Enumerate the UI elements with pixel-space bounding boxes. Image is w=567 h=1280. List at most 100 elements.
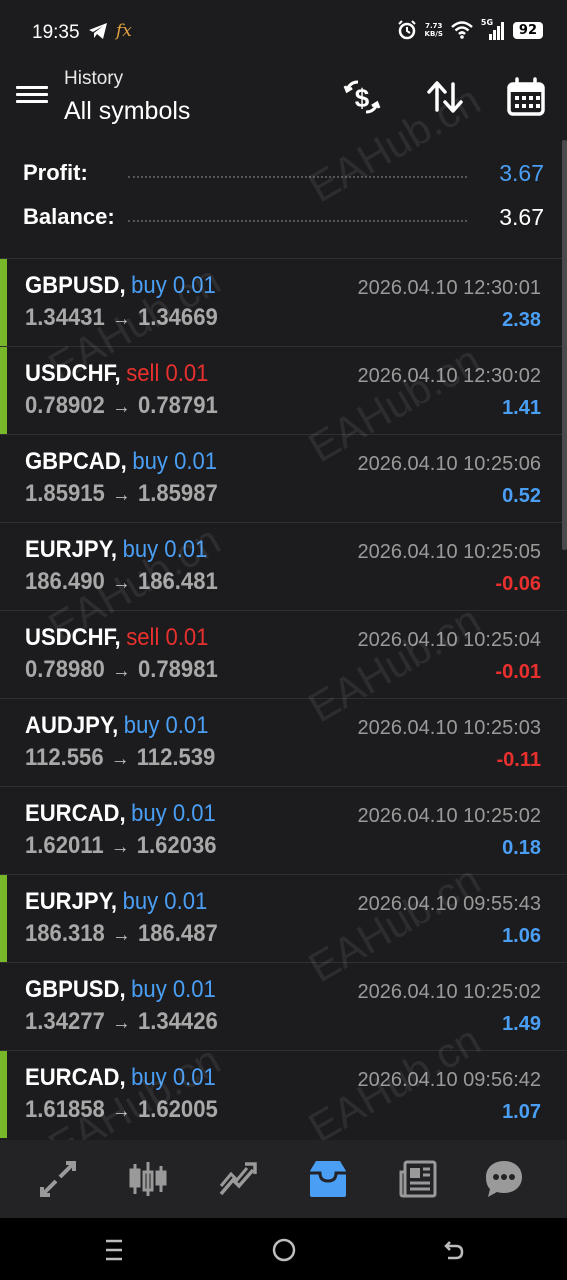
bottom-navigation <box>0 1140 567 1218</box>
fx-app-icon: fx <box>116 21 132 41</box>
deal-profit: 1.41 <box>502 397 541 419</box>
close-price: 112.539 <box>136 744 216 771</box>
nav-quotes[interactable] <box>33 1154 83 1204</box>
recents-button[interactable] <box>96 1232 132 1268</box>
deal-row[interactable]: EURJPY, buy 0.01 186.490 → 186.481 2026.04.10… <box>0 522 567 610</box>
close-price: 0.78791 <box>137 392 218 419</box>
arrow-icon: → <box>112 484 131 506</box>
deal-row[interactable]: USDCHF, sell 0.01 0.78902 → 0.78791 2026.04.1… <box>0 346 567 434</box>
deal-symbol: GBPUSD, <box>25 272 126 299</box>
sort-icon[interactable] <box>424 76 466 118</box>
symbol-filter-title[interactable]: All symbols <box>64 97 190 126</box>
deal-datetime: 2026.04.10 10:25:06 <box>357 453 541 475</box>
deal-datetime: 2026.04.10 10:25:02 <box>357 981 541 1003</box>
arrow-icon: → <box>112 308 131 330</box>
deal-row[interactable]: USDCHF, sell 0.01 0.78980 → 0.78981 2026.04.1… <box>0 610 567 698</box>
close-price: 1.34426 <box>137 1008 218 1035</box>
open-price: 0.78902 <box>25 392 105 419</box>
deal-side: buy 0.01 <box>131 272 216 299</box>
deal-prices: 112.556 → 112.539 <box>25 744 215 772</box>
deal-marker <box>0 875 7 962</box>
close-price: 1.62036 <box>136 832 217 859</box>
open-price: 1.62011 <box>25 832 104 859</box>
deal-symbol-line: GBPCAD, buy 0.01 <box>25 448 217 476</box>
deal-symbol: GBPCAD, <box>25 448 127 475</box>
deal-datetime: 2026.04.10 10:25:04 <box>357 629 541 651</box>
history-icon <box>310 1161 346 1197</box>
dotted-leader <box>128 220 467 222</box>
nav-chart[interactable] <box>123 1154 173 1204</box>
deal-profit: 1.06 <box>502 925 541 947</box>
deal-row[interactable]: GBPCAD, buy 0.01 1.85915 → 1.85987 2026.04.10… <box>0 434 567 522</box>
top-app-bar: History All symbols $ <box>0 62 567 150</box>
deal-side: buy 0.01 <box>122 536 208 563</box>
dotted-leader <box>128 176 467 178</box>
deal-profit: 0.18 <box>502 837 541 859</box>
deal-side: buy 0.01 <box>131 1064 216 1091</box>
open-price: 1.61858 <box>25 1096 105 1123</box>
arrow-icon: → <box>112 396 131 418</box>
balance-row: Balance: 3.67 <box>0 204 567 244</box>
deal-datetime: 2026.04.10 10:25:02 <box>357 805 541 827</box>
close-price: 0.78981 <box>137 656 218 683</box>
deal-marker <box>0 347 7 434</box>
nav-news[interactable] <box>393 1154 443 1204</box>
deal-side: buy 0.01 <box>132 448 218 475</box>
deal-prices: 1.85915 → 1.85987 <box>25 480 218 508</box>
arrow-icon: → <box>112 660 131 682</box>
arrow-icon: → <box>112 1100 131 1122</box>
deal-symbol: USDCHF, <box>25 360 121 387</box>
trade-icon <box>219 1162 257 1196</box>
deal-side: buy 0.01 <box>122 888 208 915</box>
arrow-icon: → <box>110 748 130 770</box>
deal-side: buy 0.01 <box>123 712 209 739</box>
wifi-icon <box>451 21 473 39</box>
nav-history[interactable] <box>303 1154 353 1204</box>
messages-icon <box>486 1161 522 1197</box>
deal-row[interactable]: EURJPY, buy 0.01 186.318 → 186.487 2026.04.10… <box>0 874 567 962</box>
currency-convert-icon[interactable]: $ <box>341 76 383 118</box>
profit-row: Profit: 3.67 <box>0 160 567 200</box>
deal-symbol-line: EURJPY, buy 0.01 <box>25 536 207 564</box>
deal-datetime: 2026.04.10 09:56:42 <box>357 1069 541 1091</box>
close-price: 1.85987 <box>137 480 218 507</box>
battery-indicator: 92 <box>512 21 543 39</box>
deal-row[interactable]: EURCAD, buy 0.01 1.61858 → 1.62005 2026.04.10… <box>0 1050 567 1138</box>
deal-symbol: USDCHF, <box>25 624 121 651</box>
history-summary: Profit: 3.67 Balance: 3.67 <box>0 150 567 252</box>
close-price: 186.481 <box>137 568 218 595</box>
menu-button[interactable] <box>16 82 48 108</box>
scrollbar[interactable] <box>562 140 567 550</box>
alarm-icon <box>397 20 416 40</box>
home-button[interactable] <box>266 1232 302 1268</box>
back-button[interactable] <box>436 1232 472 1268</box>
arrow-icon: → <box>112 924 131 946</box>
open-price: 1.34431 <box>25 304 105 331</box>
recents-icon <box>106 1239 122 1261</box>
deal-symbol-line: USDCHF, sell 0.01 <box>25 624 208 652</box>
open-price: 1.34277 <box>25 1008 105 1035</box>
deal-prices: 1.62011 → 1.62036 <box>25 832 217 860</box>
deal-symbol-line: GBPUSD, buy 0.01 <box>25 272 216 300</box>
deal-symbol-line: GBPUSD, buy 0.01 <box>25 976 216 1004</box>
close-price: 1.34669 <box>137 304 218 331</box>
deal-symbol: EURCAD, <box>25 1064 126 1091</box>
quotes-icon <box>40 1161 76 1197</box>
nav-trade[interactable] <box>213 1154 263 1204</box>
deal-side: buy 0.01 <box>131 800 216 827</box>
deal-datetime: 2026.04.10 10:25:03 <box>357 717 541 739</box>
deal-symbol-line: EURCAD, buy 0.01 <box>25 800 216 828</box>
deal-prices: 0.78902 → 0.78791 <box>25 392 218 420</box>
deal-row[interactable]: AUDJPY, buy 0.01 112.556 → 112.539 2026.04.10… <box>0 698 567 786</box>
deal-row[interactable]: GBPUSD, buy 0.01 1.34277 → 1.34426 2026.04.10… <box>0 962 567 1050</box>
deal-symbol-line: USDCHF, sell 0.01 <box>25 360 208 388</box>
net-speed: 7.73 KB/S <box>424 22 443 38</box>
nav-messages[interactable] <box>479 1154 529 1204</box>
calendar-icon[interactable] <box>505 76 547 118</box>
deal-row[interactable]: EURCAD, buy 0.01 1.62011 → 1.62036 2026.04.10… <box>0 786 567 874</box>
deal-side: buy 0.01 <box>131 976 216 1003</box>
deal-marker <box>0 259 7 346</box>
deal-prices: 1.61858 → 1.62005 <box>25 1096 218 1124</box>
deal-row[interactable]: GBPUSD, buy 0.01 1.34431 → 1.34669 2026.04.10… <box>0 258 567 346</box>
deal-marker <box>0 1051 7 1138</box>
